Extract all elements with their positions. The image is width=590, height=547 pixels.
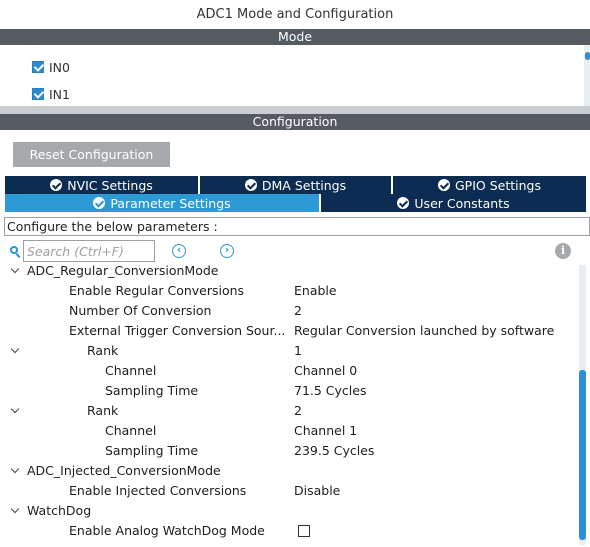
param-value[interactable]: 2	[294, 301, 302, 321]
chevron-down-icon[interactable]	[10, 501, 22, 521]
param-row[interactable]: Sampling Time 71.5 Cycles	[0, 381, 578, 401]
parameter-tree: ADC_Regular_ConversionMode Enable Regula…	[0, 261, 578, 547]
analog-watchdog-checkbox[interactable]	[298, 525, 310, 537]
search-next-icon[interactable]: ›	[220, 244, 234, 258]
param-label: Enable Regular Conversions	[69, 283, 245, 298]
search-input[interactable]	[23, 240, 155, 262]
checkbox-checked-icon[interactable]	[32, 88, 44, 100]
mode-section-header: Mode	[0, 29, 590, 45]
tab-label: NVIC Settings	[67, 177, 153, 193]
param-label: Channel	[105, 423, 157, 438]
param-value[interactable]: 239.5 Cycles	[294, 441, 374, 461]
param-value[interactable]: Channel 0	[294, 361, 357, 381]
search-previous-icon[interactable]: ‹	[172, 244, 186, 258]
tab-label: DMA Settings	[261, 177, 347, 193]
param-label: Enable Injected Conversions	[69, 483, 247, 498]
check-circle-icon	[397, 197, 410, 209]
check-circle-icon	[50, 179, 63, 191]
param-value[interactable]: Enable	[294, 281, 337, 301]
param-label: Sampling Time	[105, 383, 199, 398]
param-row[interactable]: Enable Analog WatchDog Mode	[0, 521, 578, 541]
configuration-section-header: Configuration	[0, 114, 590, 130]
checkbox-checked-icon[interactable]	[32, 61, 44, 73]
tab-label: User Constants	[414, 195, 510, 211]
mode-item-label: IN1	[49, 86, 70, 102]
param-row[interactable]: Enable Injected Conversions Disable	[0, 481, 578, 501]
param-row[interactable]: Enable Regular Conversions Enable	[0, 281, 578, 301]
search-icon	[10, 246, 21, 258]
tree-group-watchdog[interactable]: WatchDog	[0, 501, 578, 521]
tree-rank-row[interactable]: Rank 2	[0, 401, 578, 421]
param-value[interactable]: Regular Conversion launched by software	[294, 321, 554, 341]
tree-group-regular-conversion[interactable]: ADC_Regular_ConversionMode	[0, 261, 578, 281]
configure-instructions: Configure the below parameters :	[4, 217, 590, 236]
tree-rank-row[interactable]: Rank 1	[0, 341, 578, 361]
group-label: WatchDog	[27, 503, 92, 518]
check-circle-icon	[93, 197, 106, 209]
tab-dma-settings[interactable]: DMA Settings	[200, 176, 392, 194]
tab-parameter-settings[interactable]: Parameter Settings	[5, 194, 320, 212]
param-value[interactable]: 71.5 Cycles	[294, 381, 366, 401]
param-row[interactable]: Channel Channel 1	[0, 421, 578, 441]
param-label: Rank	[87, 403, 119, 418]
param-label: Channel	[105, 363, 157, 378]
param-row[interactable]: Number Of Conversion 2	[0, 301, 578, 321]
chevron-down-icon[interactable]	[10, 461, 22, 481]
param-row[interactable]: Channel Channel 0	[0, 361, 578, 381]
tab-nvic-settings[interactable]: NVIC Settings	[5, 176, 199, 194]
param-value[interactable]: Disable	[294, 481, 340, 501]
mode-item-in0[interactable]: IN0	[32, 59, 70, 75]
info-icon[interactable]: i	[555, 243, 571, 259]
param-value[interactable]: Channel 1	[294, 421, 357, 441]
mode-item-label: IN0	[49, 59, 70, 75]
tab-user-constants[interactable]: User Constants	[321, 194, 586, 212]
parameter-scrollbar-thumb[interactable]	[579, 370, 586, 540]
param-value[interactable]: 2	[294, 401, 302, 421]
group-label: ADC_Injected_ConversionMode	[27, 463, 221, 478]
group-label: ADC_Regular_ConversionMode	[27, 263, 219, 278]
tree-group-injected-conversion[interactable]: ADC_Injected_ConversionMode	[0, 461, 578, 481]
panel-splitter[interactable]	[0, 106, 590, 114]
check-circle-icon	[244, 179, 257, 191]
mode-scrollbar-thumb[interactable]	[585, 52, 590, 60]
param-value[interactable]: 1	[294, 341, 302, 361]
chevron-down-icon[interactable]	[10, 401, 22, 421]
param-label: Sampling Time	[105, 443, 199, 458]
param-label: Enable Analog WatchDog Mode	[69, 523, 265, 538]
chevron-down-icon[interactable]	[10, 341, 22, 361]
check-circle-icon	[438, 179, 450, 191]
param-row[interactable]: Sampling Time 239.5 Cycles	[0, 441, 578, 461]
param-label: Number Of Conversion	[69, 303, 212, 318]
window-title: ADC1 Mode and Configuration	[0, 0, 590, 29]
param-row[interactable]: External Trigger Conversion Sour... Regu…	[0, 321, 578, 341]
tab-gpio-settings[interactable]: GPIO Settings	[393, 176, 586, 194]
param-label: External Trigger Conversion Sour...	[69, 323, 286, 338]
mode-panel: IN0 IN1	[0, 45, 590, 106]
reset-configuration-button[interactable]: Reset Configuration	[13, 142, 170, 167]
tab-label: Parameter Settings	[110, 195, 231, 211]
mode-item-in1[interactable]: IN1	[32, 86, 70, 102]
chevron-down-icon[interactable]	[10, 261, 22, 281]
tab-label: GPIO Settings	[455, 177, 541, 193]
param-label: Rank	[87, 343, 119, 358]
